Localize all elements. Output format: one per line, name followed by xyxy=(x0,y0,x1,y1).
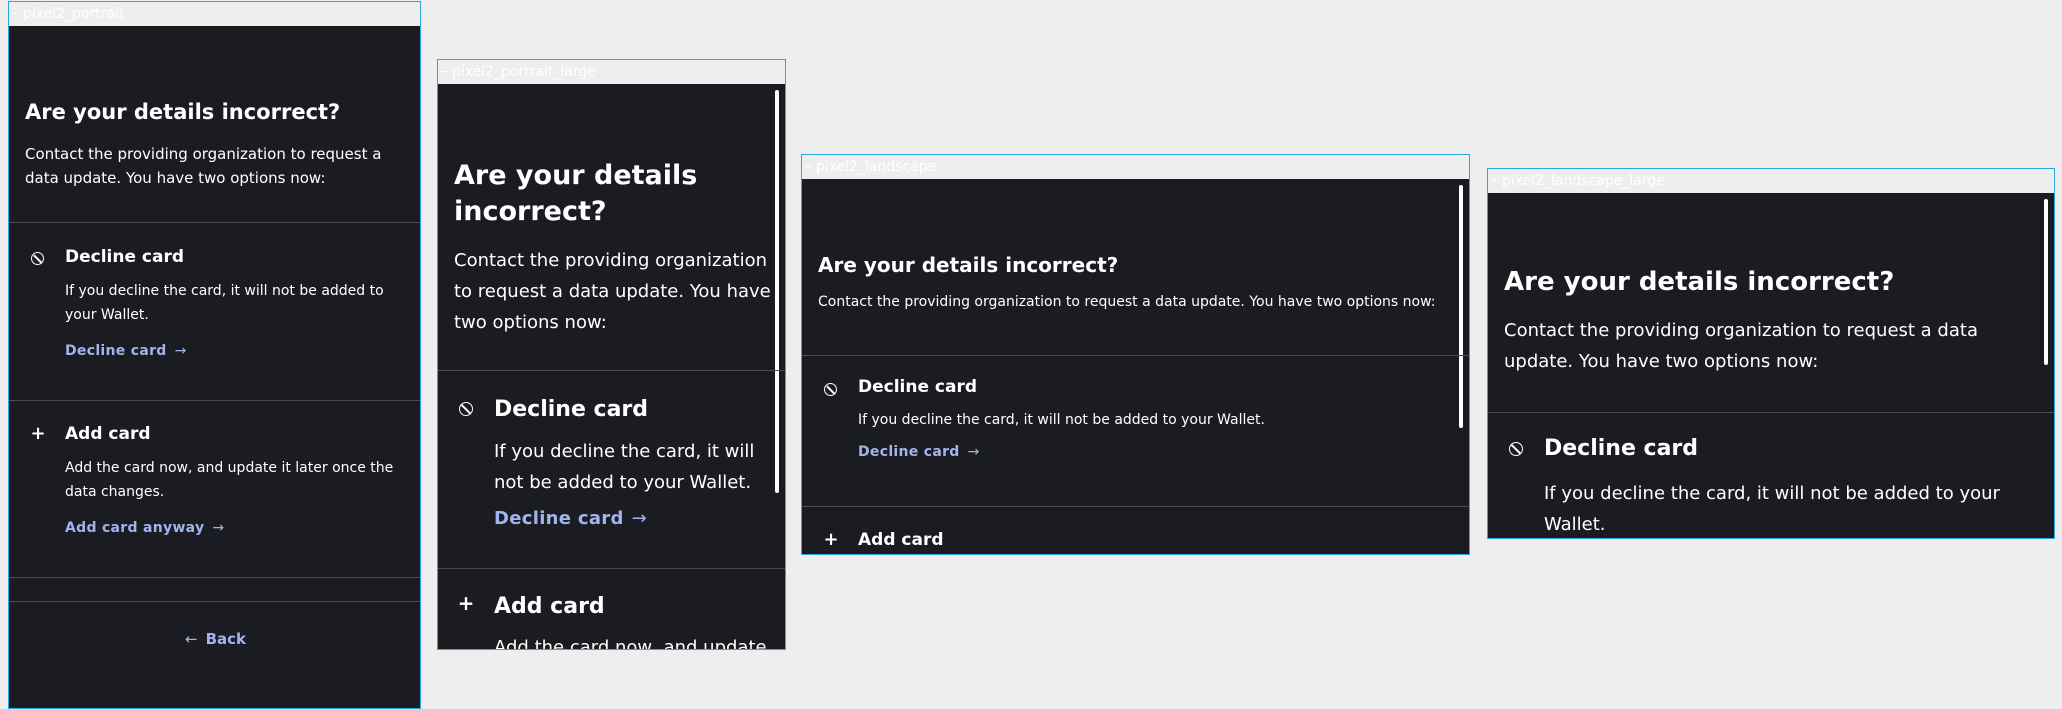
option-title: Add card xyxy=(494,594,605,619)
option-title: Decline card xyxy=(858,377,978,397)
divider xyxy=(9,400,420,401)
ban-icon xyxy=(31,252,44,265)
arrow-right-icon: → xyxy=(174,343,187,359)
option-title: Decline card xyxy=(1544,436,1699,461)
option-description: Add the card now, and update it later on… xyxy=(65,460,394,500)
ban-icon xyxy=(459,402,473,416)
option-decline: Decline card If you decline the card, it… xyxy=(438,84,785,529)
intro-text: Contact the providing organization to re… xyxy=(25,145,382,187)
page-title: Are your details incorrect? xyxy=(1504,267,1895,297)
link-label: Add card anyway xyxy=(65,520,205,536)
decline-card-link[interactable]: Decline card → xyxy=(858,444,980,460)
option-title: Decline card xyxy=(65,247,185,267)
scrollbar[interactable] xyxy=(1459,185,1463,428)
divider xyxy=(1488,412,2054,413)
link-label: Decline card xyxy=(858,444,960,460)
option-description: Add the card now, and update it later on… xyxy=(494,637,767,649)
device-frame-pixel2-portrait: pixel2_portrait Are your details incorre… xyxy=(8,1,421,709)
arrow-right-icon: → xyxy=(212,520,225,536)
link-label: Decline card xyxy=(65,343,167,359)
option-title: Add card xyxy=(858,530,944,550)
intro-text: Contact the providing organization to re… xyxy=(454,250,771,333)
option-description: If you decline the card, it will not be … xyxy=(858,412,1265,428)
divider xyxy=(438,370,785,371)
frame-label: pixel2_landscape xyxy=(802,155,1469,179)
screen: Are your details incorrect? Contact the … xyxy=(1488,193,2054,538)
option-decline: Decline card If you decline the card, it… xyxy=(802,179,1469,460)
arrow-right-icon: → xyxy=(967,444,980,460)
arrow-left-icon: ← xyxy=(185,630,198,648)
plus-icon: + xyxy=(30,422,46,444)
option-title: Decline card xyxy=(494,397,649,422)
arrow-right-icon: → xyxy=(631,508,648,529)
screen: Are your details incorrect? Contact the … xyxy=(9,26,420,708)
decline-card-link[interactable]: Decline card → xyxy=(494,508,647,529)
ban-icon xyxy=(1509,442,1523,456)
add-card-anyway-link[interactable]: Add card anyway → xyxy=(65,520,224,536)
divider xyxy=(438,568,785,569)
divider xyxy=(802,355,1469,356)
option-description: If you decline the card, it will not be … xyxy=(494,441,755,493)
frame-label: pixel2_portrait xyxy=(9,2,420,26)
device-frame-pixel2-landscape-large: pixel2_landscape_large Are your details … xyxy=(1487,168,2055,539)
option-title: Add card xyxy=(65,424,151,444)
divider xyxy=(9,222,420,223)
plus-icon: + xyxy=(823,528,839,550)
divider xyxy=(9,601,420,602)
screen: Are your details incorrect? Contact the … xyxy=(438,84,785,649)
frame-label: pixel2_portrait_large xyxy=(438,60,785,84)
divider xyxy=(9,577,420,578)
back-label: Back xyxy=(205,630,247,648)
frame-label: pixel2_landscape_large xyxy=(1488,169,2054,193)
plus-icon: + xyxy=(457,591,475,615)
option-description: If you decline the card, it will not be … xyxy=(65,283,384,323)
intro-text: Contact the providing organization to re… xyxy=(1504,320,1978,372)
decline-card-link[interactable]: Decline card → xyxy=(65,343,187,359)
screen: Are your details incorrect? Contact the … xyxy=(802,179,1469,554)
ban-icon xyxy=(824,383,837,396)
page-title: Are your details incorrect? xyxy=(25,100,341,124)
page-title: Are your details incorrect? xyxy=(454,160,698,227)
device-frame-pixel2-landscape: pixel2_landscape Are your details incorr… xyxy=(801,154,1470,555)
link-label: Decline card xyxy=(494,508,624,529)
option-decline: Decline card If you decline the card, it… xyxy=(1488,193,2054,535)
device-frame-pixel2-portrait-large: pixel2_portrait_large Are your details i… xyxy=(437,59,786,650)
option-description: If you decline the card, it will not be … xyxy=(1544,483,2000,535)
back-button[interactable]: ← Back xyxy=(185,630,246,648)
divider xyxy=(802,506,1469,507)
intro-text: Contact the providing organization to re… xyxy=(818,294,1436,310)
option-decline: Decline card If you decline the card, it… xyxy=(9,26,420,359)
scrollbar[interactable] xyxy=(2044,199,2048,365)
page-title: Are your details incorrect? xyxy=(818,253,1119,277)
